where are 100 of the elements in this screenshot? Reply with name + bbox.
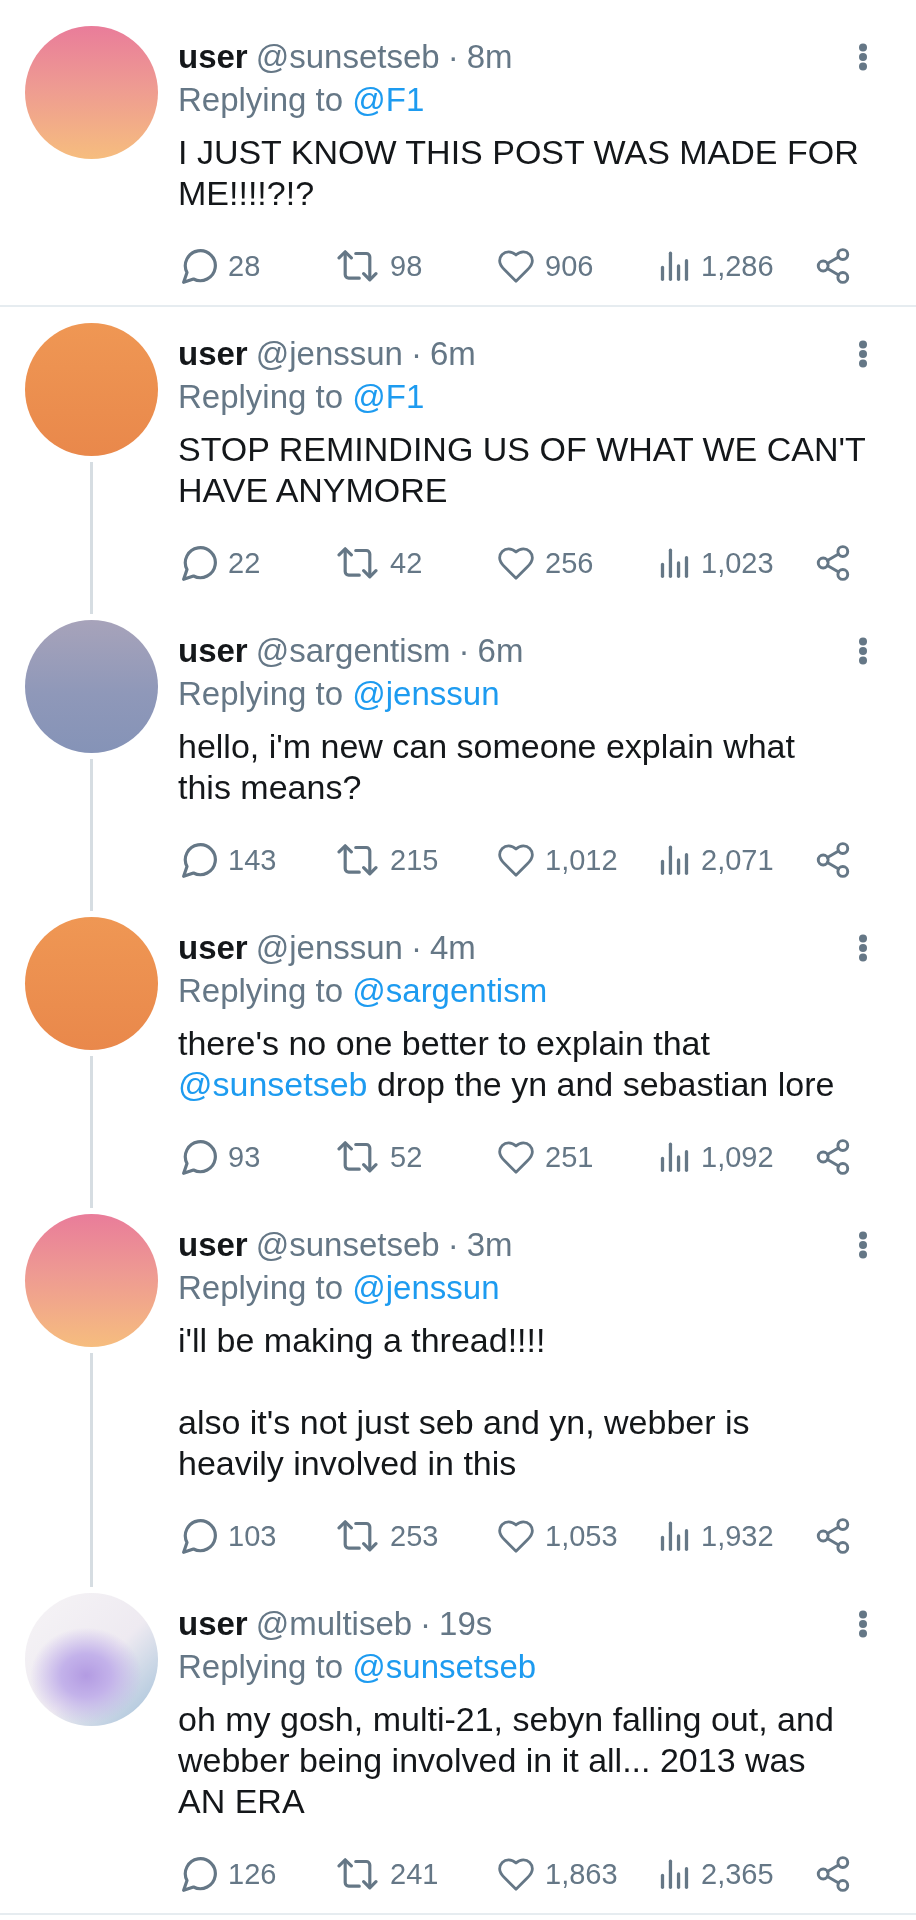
more-button[interactable] [858, 1609, 868, 1638]
share-icon [815, 1139, 851, 1175]
tweet-text: there's no one better to explain that @sunsetseb drop the yn and sebastian lore [178, 1023, 836, 1105]
like-button[interactable]: 1,863 [498, 1857, 618, 1891]
timestamp: 4m [429, 928, 476, 968]
mention-link[interactable]: @F1 [352, 378, 425, 415]
reply-button[interactable]: 93 [182, 1139, 261, 1175]
bar-chart-icon [659, 1859, 690, 1889]
meta-separator: · [410, 928, 422, 968]
display-name[interactable]: user [178, 1223, 248, 1266]
share-button[interactable] [815, 248, 851, 284]
display-name[interactable]: user [178, 35, 248, 78]
bar-chart-icon [659, 548, 690, 578]
share-button[interactable] [815, 1518, 851, 1554]
views-button[interactable]: 1,932 [659, 1519, 774, 1553]
repost-button[interactable]: 253 [336, 1519, 439, 1553]
meta-separator: · [420, 1604, 432, 1644]
bar-chart-icon [659, 1142, 690, 1172]
reply-button[interactable]: 143 [182, 842, 277, 878]
tweet-text: hello, i'm new can someone explain what this means? [178, 726, 796, 808]
heart-icon [498, 1857, 534, 1891]
replying-label: Replying to [178, 81, 344, 118]
like-button[interactable]: 251 [498, 1140, 594, 1174]
like-button[interactable]: 256 [498, 546, 594, 580]
display-name[interactable]: user [178, 1602, 248, 1645]
views-button[interactable]: 1,092 [659, 1140, 774, 1174]
more-icon [858, 1609, 868, 1638]
views-button[interactable]: 1,023 [659, 546, 774, 580]
tweet-text: i'll be making a thread!!!! [178, 1320, 547, 1361]
share-button[interactable] [815, 1856, 851, 1892]
more-icon [858, 636, 868, 665]
display-name[interactable]: user [178, 629, 248, 672]
share-button[interactable] [815, 842, 851, 878]
mention-link[interactable]: @F1 [352, 81, 425, 118]
user-handle: @jenssun [255, 928, 403, 968]
more-button[interactable] [858, 339, 868, 368]
user-handle: @sargentism [255, 631, 451, 671]
tweet-text: also it's not just seb and yn, webber is heavily involved in this [178, 1402, 751, 1484]
timestamp: 3m [466, 1225, 513, 1265]
mention-link[interactable]: @sargentism [352, 972, 548, 1009]
speech-bubble-icon [182, 842, 217, 878]
display-name[interactable]: user [178, 926, 248, 969]
like-button[interactable]: 1,012 [498, 843, 618, 877]
repost-arrows-icon [336, 1141, 379, 1173]
more-button[interactable] [858, 636, 868, 665]
repost-button[interactable]: 241 [336, 1857, 439, 1891]
tweet-text: STOP REMINDING US OF WHAT WE CAN'T HAVE ANYMORE [178, 429, 867, 511]
meta-separator: · [447, 1225, 459, 1265]
share-icon [815, 1518, 851, 1554]
share-icon [815, 545, 851, 581]
share-icon [815, 842, 851, 878]
repost-button[interactable]: 42 [336, 546, 423, 580]
tweet-text: oh my gosh, multi-21, sebyn falling out, and webber being involved in it all... 2013 was AN ERA [178, 1699, 835, 1822]
speech-bubble-icon [182, 248, 217, 284]
like-button[interactable]: 906 [498, 249, 594, 283]
more-button[interactable] [858, 933, 868, 962]
replying-label: Replying to [178, 972, 344, 1009]
repost-arrows-icon [336, 250, 379, 282]
more-button[interactable] [858, 42, 868, 71]
reply-button[interactable]: 126 [182, 1856, 277, 1892]
share-button[interactable] [815, 545, 851, 581]
heart-icon [498, 1519, 534, 1553]
bar-chart-icon [659, 845, 690, 875]
more-button[interactable] [858, 1230, 868, 1259]
views-button[interactable]: 1,286 [659, 249, 774, 283]
reply-button[interactable]: 28 [182, 248, 261, 284]
tweet-text: I JUST KNOW THIS POST WAS MADE FOR ME!!!!?!? [178, 132, 860, 214]
repost-button[interactable]: 215 [336, 843, 439, 877]
more-icon [858, 339, 868, 368]
timestamp: 6m [429, 334, 476, 374]
replying-label: Replying to [178, 1269, 344, 1306]
heart-icon [498, 249, 534, 283]
reply-button[interactable]: 22 [182, 545, 261, 581]
mention-link[interactable]: @sunsetseb [178, 1065, 368, 1103]
timestamp: 6m [477, 631, 524, 671]
more-icon [858, 1230, 868, 1259]
bar-chart-icon [659, 1521, 690, 1551]
repost-arrows-icon [336, 844, 379, 876]
repost-arrows-icon [336, 547, 379, 579]
user-handle: @multiseb [255, 1604, 413, 1644]
views-button[interactable]: 2,365 [659, 1857, 774, 1891]
mention-link[interactable]: @jenssun [352, 675, 500, 712]
replying-label: Replying to [178, 1648, 344, 1685]
like-button[interactable]: 1,053 [498, 1519, 618, 1553]
replying-label: Replying to [178, 675, 344, 712]
heart-icon [498, 546, 534, 580]
display-name[interactable]: user [178, 332, 248, 375]
mention-link[interactable]: @sunsetseb [352, 1648, 537, 1685]
user-handle: @jenssun [255, 334, 403, 374]
meta-separator: · [447, 37, 459, 77]
share-button[interactable] [815, 1139, 851, 1175]
meta-separator: · [458, 631, 470, 671]
repost-button[interactable]: 98 [336, 249, 423, 283]
repost-button[interactable]: 52 [336, 1140, 423, 1174]
repost-arrows-icon [336, 1520, 379, 1552]
views-button[interactable]: 2,071 [659, 843, 774, 877]
user-handle: @sunsetseb [255, 37, 440, 77]
mention-link[interactable]: @jenssun [352, 1269, 500, 1306]
reply-button[interactable]: 103 [182, 1518, 277, 1554]
replying-label: Replying to [178, 378, 344, 415]
